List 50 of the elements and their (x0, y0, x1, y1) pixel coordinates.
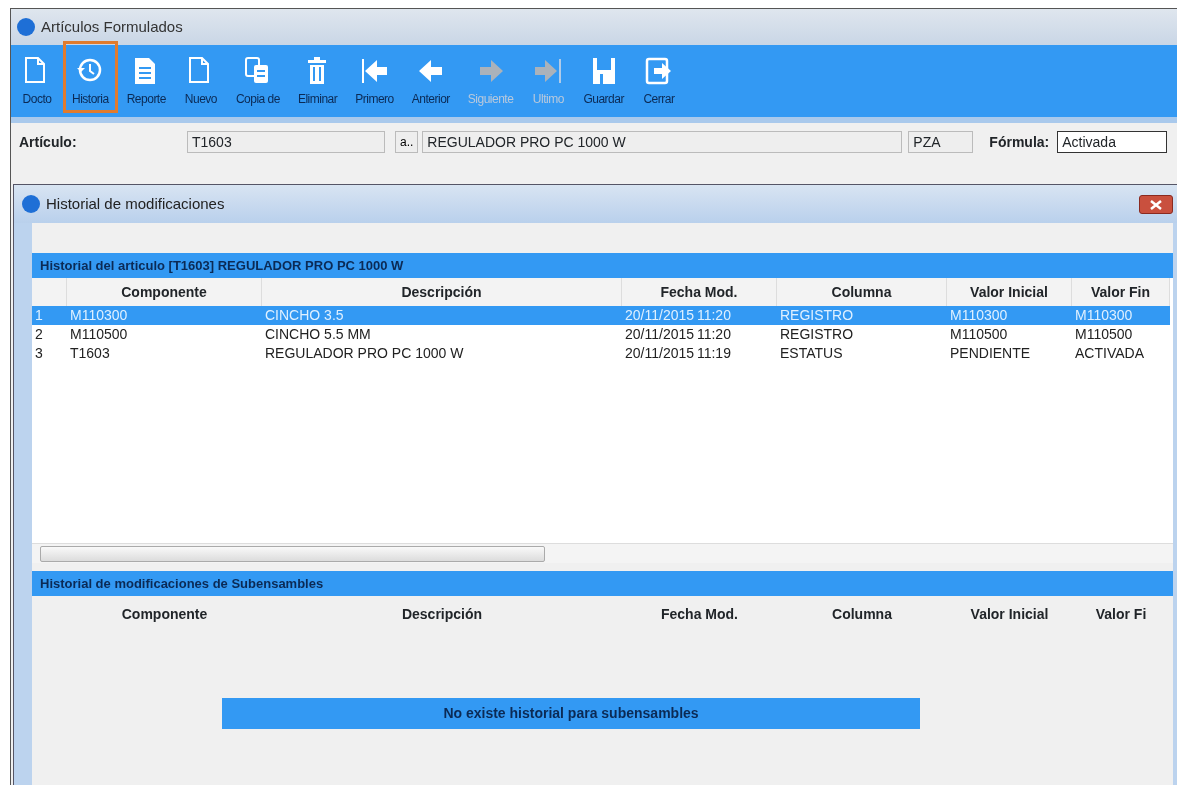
column-header: Columna (831, 604, 893, 624)
column-header: Fecha Mod. (660, 604, 739, 624)
toolbar-button[interactable]: Docto (11, 41, 63, 113)
toolbar-button[interactable]: Guardar (574, 41, 633, 113)
toolbar-button[interactable]: Copia de (226, 41, 289, 113)
empty-message: No existe historial para subensambles (222, 698, 920, 729)
table-cell: M110300 (1072, 306, 1170, 325)
code-field[interactable]: T1603 (187, 131, 385, 153)
table-cell: CINCHO 3.5 (262, 306, 622, 325)
column-header: Valor Fi (1094, 604, 1148, 624)
first-arrow-icon (359, 56, 390, 86)
column-header: Fecha Mod. (622, 278, 777, 306)
app-icon (17, 18, 35, 36)
column-header: Valor Inicial (969, 604, 1050, 624)
header-corner (32, 278, 67, 306)
toolbar-button[interactable]: Reporte (117, 41, 175, 113)
last-arrow-icon (533, 56, 564, 86)
section-header: Historial de modificaciones de Subensambles (32, 571, 1173, 596)
table-cell: M110300 (67, 306, 262, 325)
name-field[interactable]: REGULADOR PRO PC 1000 W (422, 131, 903, 153)
window-title: Artículos Formulados (41, 16, 183, 37)
toolbar-button[interactable]: Anterior (402, 41, 459, 113)
horizontal-scrollbar[interactable] (32, 543, 1173, 563)
lookup-button[interactable]: a.. (395, 131, 419, 153)
formula-dropdown[interactable]: Activada (1057, 131, 1168, 153)
column-header: Descripción (262, 278, 622, 306)
column-header: Descripción (400, 604, 484, 624)
unit-field[interactable]: PZA (908, 131, 974, 153)
toolbar-button[interactable]: Nuevo (174, 41, 227, 113)
field-label: Artículo: (19, 132, 78, 152)
dialog-title: Historial de modificaciones (46, 193, 225, 214)
toolbar-button[interactable]: Historia (63, 41, 118, 113)
toolbar-button[interactable]: Eliminar (288, 41, 347, 113)
column-header: Componente (120, 604, 209, 624)
close-icon (1150, 199, 1162, 210)
app-icon (22, 195, 40, 213)
close-button[interactable] (1139, 195, 1173, 214)
scrollbar-thumb[interactable] (40, 545, 545, 562)
table-cell: M110300 (947, 306, 1072, 325)
field-label: Fórmula: (989, 132, 1050, 152)
column-header: Componente (67, 278, 262, 306)
table-cell: REGISTRO (777, 306, 947, 325)
section-header: Historial del articulo [T1603] REGULADOR PRO PC 1000 W (32, 253, 1173, 278)
toolbar-button[interactable]: Cerrar (632, 41, 685, 113)
toolbar-button[interactable]: Primero (346, 41, 403, 113)
row-number[interactable]: 1 (32, 306, 67, 325)
column-header: Valor Fin (1072, 278, 1170, 306)
table-cell: 20/11/2015 11:20 (622, 306, 777, 325)
column-header: Columna (777, 278, 947, 306)
column-header: Valor Inicial (947, 278, 1072, 306)
